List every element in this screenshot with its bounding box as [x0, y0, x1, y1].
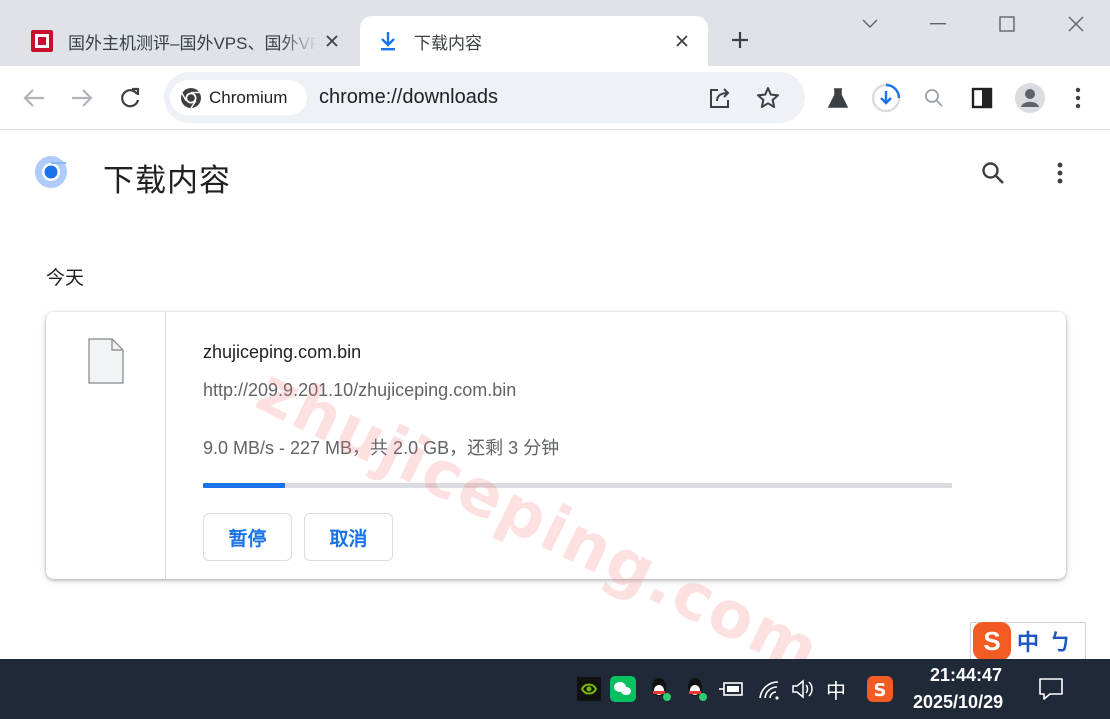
download-filename[interactable]: zhujiceping.com.bin [203, 342, 361, 363]
download-icon [376, 29, 400, 53]
tab-title: 国外主机测评–国外VPS、国外VPS推荐 [68, 33, 318, 53]
tab-zhujiceping[interactable]: 国外主机测评–国外VPS、国外VPS推荐 [14, 16, 358, 66]
ime-language[interactable]: 中 [1017, 625, 1039, 657]
zoom-icon[interactable] [918, 82, 950, 114]
power-plug-icon[interactable] [717, 675, 745, 703]
chip-label: Chromium [209, 87, 288, 107]
page-title: 下载内容 [103, 163, 231, 198]
url-text[interactable]: chrome://downloads [319, 86, 498, 109]
labs-flask-icon[interactable] [822, 82, 854, 114]
notification-icon[interactable] [1037, 675, 1065, 703]
ime-mode[interactable]: ㄅ [1049, 625, 1071, 657]
qq-icon-2[interactable] [682, 675, 710, 703]
tab-downloads[interactable]: 下载内容 [360, 16, 708, 66]
minimize-icon[interactable] [922, 8, 954, 40]
tab-title: 下载内容 [414, 33, 482, 53]
search-icon[interactable] [977, 157, 1009, 189]
sogou-ime-logo: S [973, 622, 1011, 660]
browser-menu-icon[interactable] [1062, 82, 1094, 114]
omnibox[interactable]: Chromium chrome://downloads [164, 72, 805, 123]
profile-avatar-icon[interactable] [1014, 82, 1046, 114]
zhujiceping-favicon-icon [30, 29, 54, 53]
downloads-header: 下载内容 [0, 131, 1110, 221]
tab-search-icon[interactable] [854, 8, 886, 40]
side-panel-icon[interactable] [966, 82, 998, 114]
ime-toolbar[interactable]: S 中 ㄅ [970, 622, 1086, 660]
download-item-card: zhujiceping.com.bin http://209.9.201.10/… [46, 312, 1066, 579]
pause-button[interactable]: 暂停 [203, 513, 292, 561]
wechat-icon[interactable] [609, 675, 637, 703]
nvidia-icon[interactable] [575, 675, 603, 703]
bookmark-star-icon[interactable] [752, 82, 784, 114]
downloads-progress-icon[interactable] [870, 82, 902, 114]
tab-strip: 国外主机测评–国外VPS、国外VPS推荐 下载内容 [0, 0, 1110, 66]
download-progress-fill [203, 483, 286, 488]
forward-icon[interactable] [66, 82, 98, 114]
reload-icon[interactable] [114, 82, 146, 114]
more-options-icon[interactable] [1044, 157, 1076, 189]
cancel-button[interactable]: 取消 [304, 513, 393, 561]
wifi-icon[interactable] [755, 675, 783, 703]
ime-indicator[interactable]: 中 [826, 675, 846, 704]
taskbar: 中 S 21:44:47 2025/10/29 [0, 659, 1110, 719]
close-window-icon[interactable] [1060, 8, 1092, 40]
qq-icon[interactable] [646, 675, 674, 703]
download-progress-bar [203, 483, 952, 488]
site-chip[interactable]: Chromium [170, 80, 307, 115]
tab-close-icon[interactable] [318, 27, 346, 55]
volume-icon[interactable] [789, 675, 817, 703]
new-tab-button[interactable] [726, 26, 754, 54]
maximize-icon[interactable] [991, 8, 1023, 40]
clock-time[interactable]: 21:44:47 [930, 665, 1002, 686]
toolbar: Chromium chrome://downloads [0, 66, 1110, 130]
section-date: 今天 [46, 268, 85, 289]
back-icon[interactable] [18, 82, 50, 114]
tab-close-icon[interactable] [668, 27, 696, 55]
chromium-logo-icon [34, 155, 68, 189]
chromium-icon [180, 87, 202, 109]
svg-text:S: S [874, 680, 887, 701]
sogou-tray-icon[interactable]: S [866, 675, 894, 703]
download-status: 9.0 MB/s - 227 MB，共 2.0 GB，还剩 3 分钟 [203, 438, 560, 458]
download-url[interactable]: http://209.9.201.10/zhujiceping.com.bin [203, 380, 516, 401]
file-icon-column [46, 312, 166, 579]
clock-date[interactable]: 2025/10/29 [913, 692, 1003, 713]
share-icon[interactable] [704, 82, 736, 114]
file-icon [88, 338, 124, 384]
